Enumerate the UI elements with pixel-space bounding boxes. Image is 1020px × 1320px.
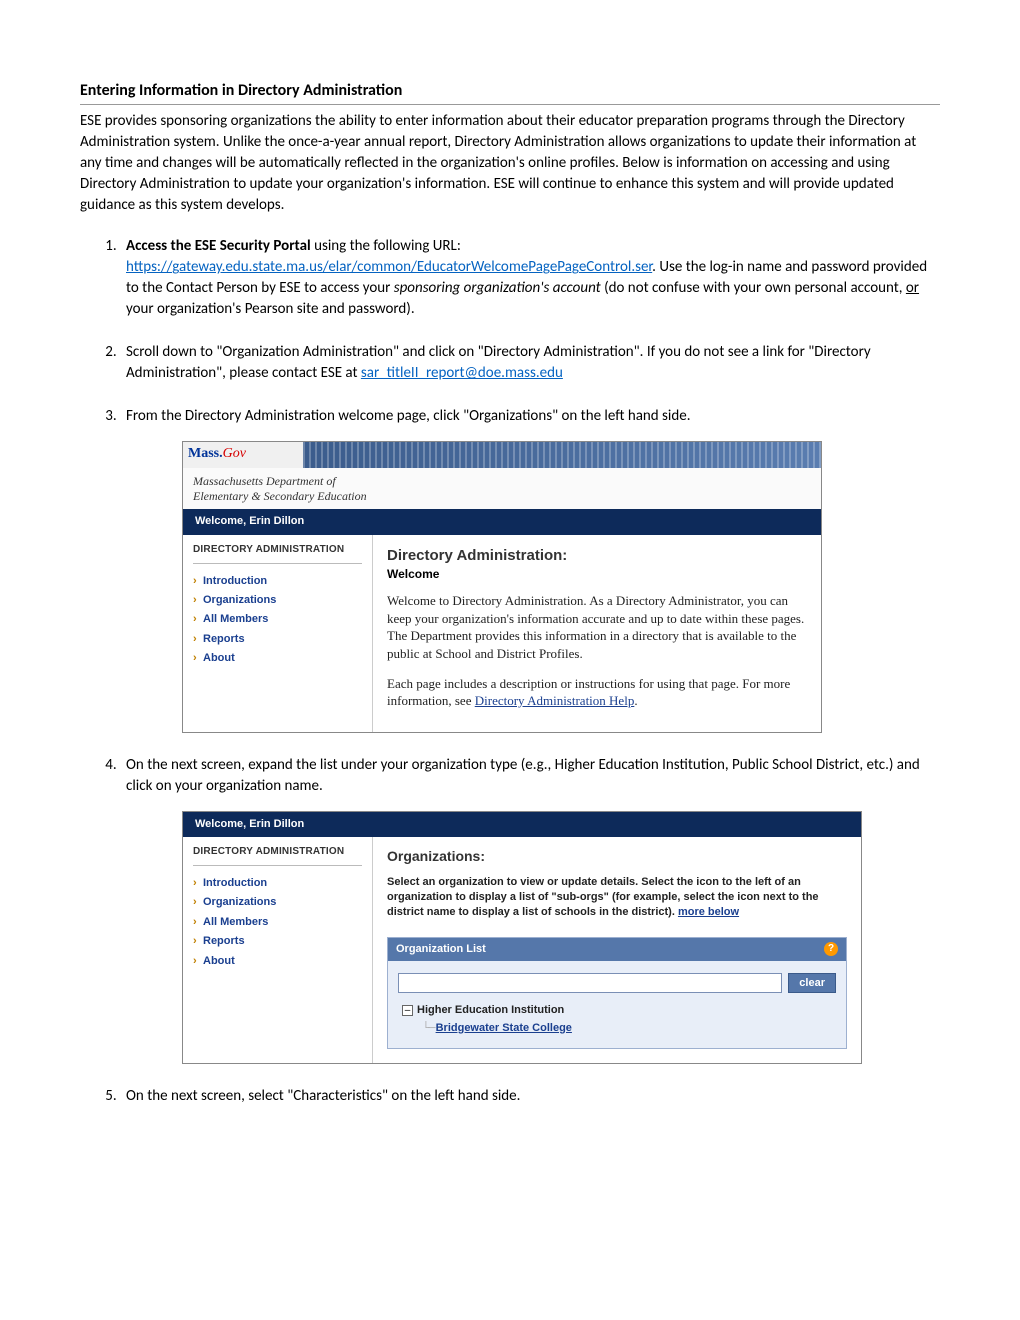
panel-header: Organization List ?: [388, 938, 846, 961]
nav-organizations[interactable]: Organizations: [193, 591, 362, 610]
ss2-main: Organizations: Select an organization to…: [373, 837, 861, 1063]
topbar-stripes: [303, 442, 821, 468]
mass-gov-logo: Mass.Gov: [188, 444, 246, 464]
ss1-main-title: Directory Administration:: [387, 545, 807, 566]
ss2-side-title: DIRECTORY ADMINISTRATION: [193, 845, 362, 866]
ss1-topbar: Mass.Gov: [183, 442, 821, 468]
ss1-dept: Massachusetts Department of Elementary &…: [183, 468, 821, 509]
intro-paragraph: ESE provides sponsoring organizations th…: [80, 111, 940, 216]
ss1-welcome-bar: Welcome, Erin Dillon: [183, 509, 821, 534]
ss1-p1: Welcome to Directory Administration. As …: [387, 592, 807, 662]
tree-root: –Higher Education Institution └─Bridgewa…: [398, 1003, 836, 1036]
screenshot-1: Mass.Gov Massachusetts Department of Ele…: [182, 441, 822, 732]
ss2-main-title: Organizations:: [387, 847, 847, 867]
page-title: Entering Information in Directory Admini…: [80, 80, 940, 105]
ss2-welcome-bar: Welcome, Erin Dillon: [183, 812, 861, 837]
tree-branch-icon: └─: [422, 1022, 434, 1034]
organization-list-panel: Organization List ? clear –Higher Educat…: [387, 937, 847, 1049]
step-5: On the next screen, select "Characterist…: [120, 1086, 940, 1107]
nav-all-members[interactable]: All Members: [193, 610, 362, 629]
org-search-input[interactable]: [398, 973, 782, 993]
ss1-main-sub: Welcome: [387, 566, 807, 583]
step-1: Access the ESE Security Portal using the…: [120, 236, 940, 320]
step-2: Scroll down to "Organization Administrat…: [120, 342, 940, 384]
step-1-bold: Access the ESE Security Portal: [126, 237, 311, 255]
nav-about[interactable]: About: [193, 649, 362, 668]
ss1-p2: Each page includes a description or inst…: [387, 675, 807, 710]
step-3: From the Directory Administration welcom…: [120, 406, 940, 732]
directory-help-link[interactable]: Directory Administration Help: [475, 693, 635, 708]
steps-list: Access the ESE Security Portal using the…: [80, 236, 940, 1107]
ss1-side-title: DIRECTORY ADMINISTRATION: [193, 543, 362, 564]
screenshot-2: Welcome, Erin Dillon DIRECTORY ADMINISTR…: [182, 811, 862, 1064]
tree-collapse-icon[interactable]: –: [402, 1005, 413, 1016]
clear-button[interactable]: clear: [788, 973, 836, 993]
ss2-sidebar: DIRECTORY ADMINISTRATION Introduction Or…: [183, 837, 373, 1063]
nav-introduction[interactable]: Introduction: [193, 572, 362, 591]
contact-email-link[interactable]: sar_titleII_report@doe.mass.edu: [361, 364, 563, 382]
ss2-nav: Introduction Organizations All Members R…: [193, 874, 362, 971]
security-portal-link[interactable]: https://gateway.edu.state.ma.us/elar/com…: [126, 258, 652, 276]
step-1-italic: sponsoring organization's account: [394, 279, 601, 297]
step-4: On the next screen, expand the list unde…: [120, 755, 940, 1064]
ss1-main: Directory Administration: Welcome Welcom…: [373, 535, 821, 732]
nav-reports[interactable]: Reports: [193, 630, 362, 649]
ss1-sidebar: DIRECTORY ADMINISTRATION Introduction Or…: [183, 535, 373, 732]
nav2-introduction[interactable]: Introduction: [193, 874, 362, 893]
help-icon[interactable]: ?: [824, 942, 838, 956]
nav2-all-members[interactable]: All Members: [193, 913, 362, 932]
tree-child: └─Bridgewater State College: [402, 1021, 836, 1036]
org-search: clear: [398, 973, 836, 993]
more-below-link[interactable]: more below: [678, 906, 739, 918]
ss1-nav: Introduction Organizations All Members R…: [193, 572, 362, 669]
ss2-desc: Select an organization to view or update…: [387, 875, 847, 921]
nav2-reports[interactable]: Reports: [193, 932, 362, 951]
nav2-about[interactable]: About: [193, 952, 362, 971]
tree-root-label: Higher Education Institution: [417, 1004, 564, 1016]
nav2-organizations[interactable]: Organizations: [193, 893, 362, 912]
panel-title: Organization List: [396, 942, 486, 957]
org-link-bridgewater[interactable]: Bridgewater State College: [436, 1022, 572, 1034]
